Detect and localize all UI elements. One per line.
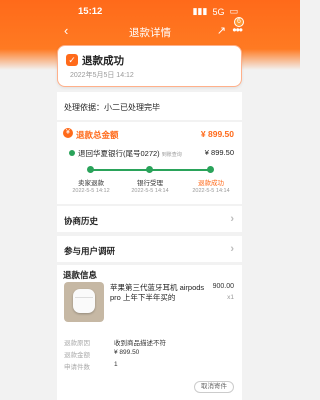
- cancel-shipment-button[interactable]: 取消寄件: [194, 381, 234, 393]
- refund-reason-value: 收到商品描述不符: [114, 340, 166, 347]
- product-image[interactable]: [64, 282, 104, 322]
- nav-bar: ‹ 退款详情 ↗ ••• 6: [0, 17, 300, 42]
- step-label-3: 退款成功: [198, 180, 224, 187]
- share-icon[interactable]: ↗: [217, 24, 226, 37]
- refund-amount-key: 退款金额: [64, 352, 90, 359]
- status-right: ▮▮▮ 5G ▭: [193, 6, 238, 17]
- refund-status-text: 退款成功: [82, 55, 124, 67]
- step-label-2: 银行受理: [137, 180, 163, 187]
- notification-badge: 6: [234, 17, 244, 27]
- step-label-1: 卖家退款: [78, 180, 104, 187]
- refund-status-card: ✓ 退款成功 2022年5月5日 14:12: [57, 45, 242, 87]
- refund-amount-info-value: ¥ 899.50: [114, 349, 140, 356]
- bank-query-tag[interactable]: 到账查询: [162, 151, 182, 158]
- apply-quantity-key: 申请件数: [64, 364, 90, 371]
- bank-row[interactable]: 退回华夏银行(尾号0272) 到账查询: [78, 148, 182, 159]
- status-time: 15:12: [78, 6, 103, 17]
- chevron-right-icon: ›: [230, 213, 234, 225]
- product-quantity: x1: [227, 294, 234, 301]
- signal-icon: ▮▮▮: [192, 6, 208, 16]
- user-survey-label: 参与用户调研: [64, 246, 116, 256]
- basis-card: 处理依据：小二已处理完毕: [57, 92, 242, 120]
- refund-status-datetime: 2022年5月5日 14:12: [70, 72, 134, 79]
- refund-info-title: 退款信息: [63, 270, 98, 280]
- status-bar: 15:12 ▮▮▮ 5G ▭: [0, 0, 300, 22]
- chevron-right-icon: ›: [230, 243, 234, 255]
- progress-dot-2: [146, 166, 153, 173]
- user-survey-row[interactable]: 参与用户调研 ›: [57, 236, 242, 262]
- step-date-2: 2022-5-5 14:14: [131, 188, 169, 194]
- bank-icon: [69, 150, 75, 156]
- bank-amount: ¥ 899.50: [204, 148, 234, 157]
- progress-dot-3: [207, 166, 214, 173]
- product-price: 900.00: [212, 283, 234, 290]
- negotiation-history-label: 协商历史: [64, 216, 99, 226]
- refund-amount-icon: ¥: [63, 128, 73, 138]
- refund-reason-key: 退款原因: [64, 340, 90, 347]
- check-icon: ✓: [66, 54, 78, 66]
- bank-text: 退回华夏银行(尾号0272): [78, 149, 160, 158]
- network-label: 5G: [212, 6, 225, 17]
- product-name[interactable]: 苹果第三代蓝牙耳机 airpods pro 上年下半年买的: [110, 283, 210, 303]
- refund-amount-label: 退款总金额: [76, 130, 119, 140]
- progress-dot-1: [87, 166, 94, 173]
- refund-amount-value: ¥ 899.50: [200, 129, 234, 139]
- page-title: 退款详情: [129, 27, 171, 39]
- step-date-1: 2022-5-5 14:12: [72, 188, 110, 194]
- step-date-3: 2022-5-5 14:14: [192, 188, 230, 194]
- negotiation-history-row[interactable]: 协商历史 ›: [57, 206, 242, 232]
- airpods-case-image: [73, 289, 95, 313]
- battery-icon: ▭: [229, 6, 238, 16]
- refund-amount-card: ¥ 退款总金额 ¥ 899.50 退回华夏银行(尾号0272) 到账查询 ¥ 89…: [57, 122, 242, 204]
- basis-text: 处理依据：小二已处理完毕: [64, 103, 160, 112]
- refund-info-card: 退款信息 苹果第三代蓝牙耳机 airpods pro 上年下半年买的 900.0…: [57, 265, 242, 400]
- apply-quantity-value: 1: [114, 361, 118, 368]
